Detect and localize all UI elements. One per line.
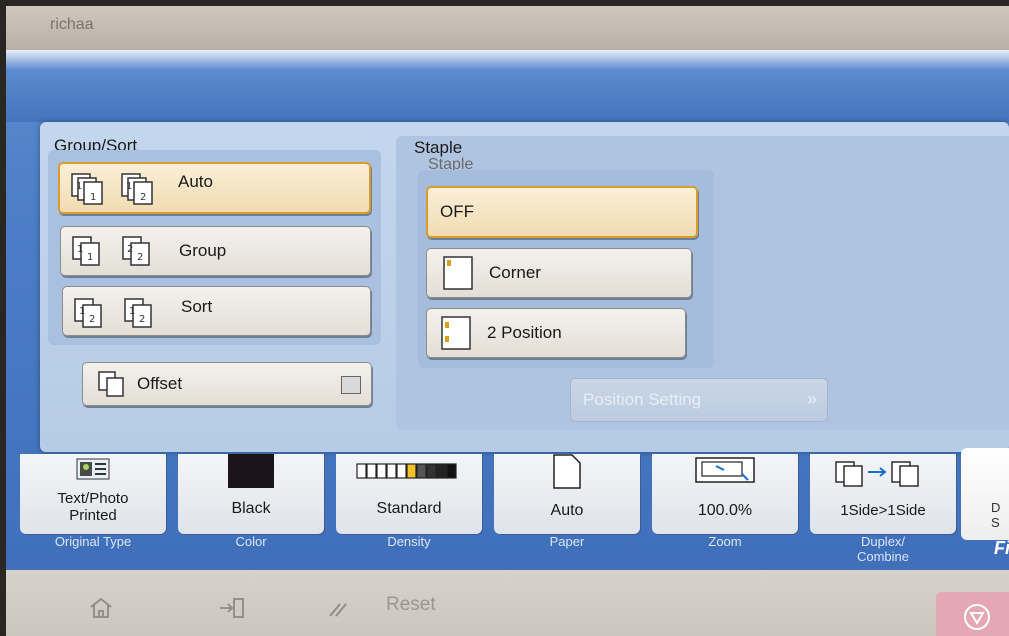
paper-icon	[552, 454, 582, 495]
original-type-value: Text/Photo Printed	[57, 490, 129, 524]
position-setting-button[interactable]: Position Setting »	[570, 378, 828, 422]
group-icon: 1 1 2 2	[67, 231, 179, 271]
reset-label[interactable]: Reset	[386, 594, 436, 616]
auto-sort-icon: 1 1 1 2	[66, 168, 178, 208]
login-icon[interactable]	[218, 596, 246, 625]
color-swatch-icon	[228, 454, 274, 488]
svg-text:2: 2	[89, 314, 95, 325]
staple-title: Staple	[414, 138, 463, 157]
double-arrow-icon: »	[806, 389, 817, 409]
paper-value: Auto	[550, 502, 584, 519]
svg-text:1: 1	[79, 306, 85, 317]
density-scale-icon	[356, 462, 460, 485]
two-position-staple-icon	[439, 314, 473, 352]
svg-text:1: 1	[90, 192, 96, 203]
offset-checkbox[interactable]	[341, 376, 361, 394]
svg-text:1: 1	[76, 181, 82, 192]
finishing-tab[interactable]: D S	[961, 448, 1009, 540]
group-button[interactable]: 1 1 2 2 Group	[60, 226, 371, 276]
duplex-combine-button[interactable]: 1Side>1Side	[810, 454, 956, 534]
auto-label: Auto	[178, 172, 213, 191]
finishing-popup: Group/Sort 1 1 1 2 Auto 1 1 2 2 Group 1 …	[40, 122, 1009, 452]
offset-label: Offset	[137, 374, 183, 393]
svg-text:1: 1	[126, 181, 132, 192]
svg-text:2: 2	[140, 192, 146, 203]
color-value: Black	[231, 500, 271, 517]
zoom-caption: Zoom	[708, 534, 742, 549]
copier-screen: richaa Group/Sort 1 1 1 2 Auto 1 1 2 2 G…	[6, 6, 1009, 636]
offset-icon	[95, 369, 129, 399]
svg-text:1: 1	[77, 244, 83, 255]
header-strip	[6, 50, 1009, 122]
duplex-caption: Duplex/ Combine	[856, 534, 910, 564]
stop-icon	[962, 602, 992, 636]
finishing-tab-text: D S	[991, 500, 1001, 530]
corner-staple-icon	[441, 254, 475, 292]
zoom-value: 100.0%	[697, 502, 753, 519]
staple-off-label: OFF	[440, 202, 474, 221]
stop-button[interactable]	[936, 592, 1009, 636]
window-title: richaa	[50, 16, 94, 33]
home-icon[interactable]	[88, 596, 114, 625]
reset-icon[interactable]	[324, 596, 354, 625]
svg-text:1: 1	[129, 306, 135, 317]
svg-text:2: 2	[137, 252, 143, 263]
zoom-icon	[694, 456, 758, 491]
staple-corner-button[interactable]: Corner	[426, 248, 692, 298]
density-value: Standard	[376, 500, 442, 517]
offset-button[interactable]: Offset	[82, 362, 372, 406]
staple-off-button[interactable]: OFF	[426, 186, 698, 238]
staple-2-position-button[interactable]: 2 Position	[426, 308, 686, 358]
density-button[interactable]: Standard	[336, 454, 482, 534]
sort-label: Sort	[181, 297, 213, 316]
duplex-value: 1Side>1Side	[840, 502, 926, 519]
position-setting-label: Position Setting	[583, 390, 702, 409]
zoom-button[interactable]: 100.0%	[652, 454, 798, 534]
staple-2-position-label: 2 Position	[487, 323, 562, 342]
duplex-icon	[832, 458, 936, 493]
original-type-icon	[76, 458, 110, 485]
color-button[interactable]: Black	[178, 454, 324, 534]
sort-icon: 1 2 1 2	[69, 291, 181, 331]
staple-corner-label: Corner	[489, 263, 541, 282]
paper-caption: Paper	[549, 534, 585, 549]
color-caption: Color	[235, 534, 267, 549]
sort-button[interactable]: 1 2 1 2 Sort	[62, 286, 371, 336]
svg-text:1: 1	[87, 252, 93, 263]
auto-button[interactable]: 1 1 1 2 Auto	[58, 162, 371, 214]
svg-text:2: 2	[127, 244, 133, 255]
svg-text:2: 2	[139, 314, 145, 325]
paper-button[interactable]: Auto	[494, 454, 640, 534]
finishing-tab-label: Fi	[994, 538, 1009, 558]
original-type-caption: Original Type	[54, 534, 132, 549]
footer-bar: Reset	[6, 570, 1009, 636]
density-caption: Density	[387, 534, 431, 549]
original-type-button[interactable]: Text/Photo Printed	[20, 454, 166, 534]
group-label: Group	[179, 241, 227, 260]
title-bar: richaa	[6, 6, 1009, 50]
